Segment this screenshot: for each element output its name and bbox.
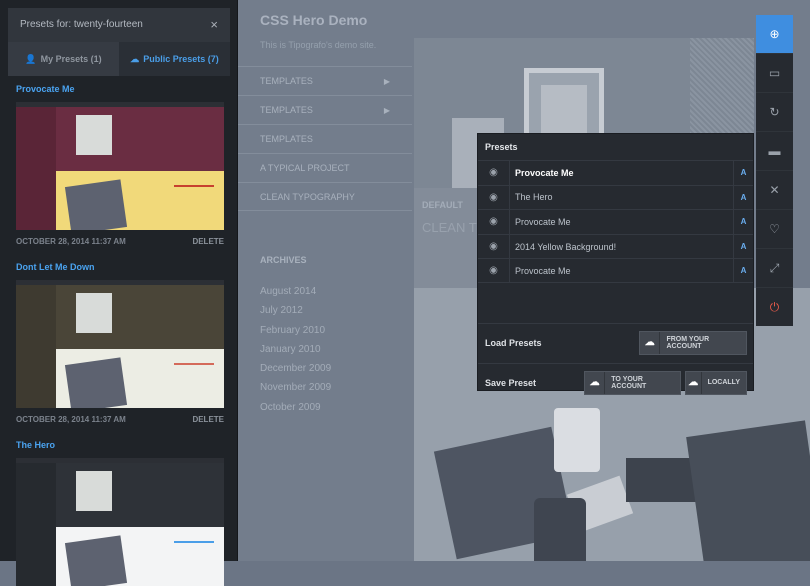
preset-row-name[interactable]: Provocate Me xyxy=(510,266,733,276)
preset-name[interactable]: The Hero xyxy=(16,440,224,454)
cloud-upload-icon: ☁ xyxy=(686,371,702,394)
preset-row-flag[interactable]: A xyxy=(733,161,753,185)
sidebar-header: Presets for: twenty-fourteen × xyxy=(8,8,230,42)
archives-title: ARCHIVES xyxy=(260,255,307,265)
load-from-account-button[interactable]: ☁ FROM YOUR ACCOUNT xyxy=(639,330,747,355)
eye-icon[interactable]: ◉ xyxy=(478,185,510,210)
preset-name[interactable]: Provocate Me xyxy=(16,84,224,98)
preset-row-flag[interactable]: A xyxy=(733,234,753,259)
save-to-account-button[interactable]: ☁ TO YOUR ACCOUNT xyxy=(584,370,681,395)
eye-icon[interactable]: ◉ xyxy=(478,210,510,234)
expand-icon[interactable]: ⤢ xyxy=(756,249,793,288)
site-nav-item[interactable]: TEMPLATES ▶ xyxy=(238,66,412,95)
panel-title: Presets xyxy=(485,142,518,152)
delete-link[interactable]: DELETE xyxy=(192,237,224,246)
tools-icon[interactable]: ✕ xyxy=(756,171,793,210)
user-icon: 👤 xyxy=(25,53,37,64)
preset-row-name[interactable]: The Hero xyxy=(510,192,733,202)
cloud-download-icon: ☁ xyxy=(640,331,661,354)
preset-row[interactable]: ◉ Provocate Me A xyxy=(478,258,753,283)
archive-link[interactable]: November 2009 xyxy=(260,378,331,397)
close-icon[interactable]: × xyxy=(210,8,218,42)
eye-icon[interactable]: ◉ xyxy=(478,259,510,282)
chevron-right-icon: ▶ xyxy=(383,77,390,86)
preset-row-flag[interactable]: A xyxy=(733,210,753,234)
archive-link[interactable]: July 2012 xyxy=(260,301,331,320)
save-locally-button[interactable]: ☁ LOCALLY xyxy=(685,370,747,395)
archive-link[interactable]: October 2009 xyxy=(260,398,331,417)
preset-thumbnail[interactable] xyxy=(16,280,224,408)
site-nav-item[interactable]: TEMPLATES ▶ xyxy=(238,95,412,124)
phone-image xyxy=(534,498,586,561)
preset-row[interactable]: ◉ Provocate Me A xyxy=(478,160,753,185)
preset-row[interactable]: ◉ Provocate Me A xyxy=(478,209,753,234)
load-presets-section: Load Presets ☁ FROM YOUR ACCOUNT xyxy=(478,322,753,363)
preset-row-flag[interactable]: A xyxy=(733,259,753,282)
archive-link[interactable]: December 2009 xyxy=(260,359,331,378)
preset-row[interactable]: ◉ The Hero A xyxy=(478,184,753,210)
load-presets-label: Load Presets xyxy=(485,338,542,349)
archive-link[interactable]: February 2010 xyxy=(260,321,331,340)
eye-icon[interactable]: ◉ xyxy=(478,234,510,259)
chevron-right-icon: ▶ xyxy=(383,106,390,115)
preset-date: OCTOBER 28, 2014 11:37 AM xyxy=(16,237,126,246)
eye-icon[interactable]: ◉ xyxy=(478,161,510,185)
refresh-icon[interactable]: ↻ xyxy=(756,93,793,132)
monitor-icon[interactable]: ▭ xyxy=(756,54,793,93)
preset-card[interactable]: Dont Let Me Down OCTOBER 28, 2014 11:37 … xyxy=(16,262,224,424)
cards-image xyxy=(626,458,696,502)
mug-image xyxy=(554,408,600,472)
crosshair-icon[interactable]: ⊕ xyxy=(756,15,793,54)
site-title[interactable]: CSS Hero Demo xyxy=(260,12,367,28)
tab-public-presets[interactable]: ☁ Public Presets (7) xyxy=(119,42,230,76)
sidebar-header-title: Presets for: twenty-fourteen xyxy=(20,19,143,30)
archives-list: August 2014 July 2012 February 2010 Janu… xyxy=(260,282,331,417)
site-description: This is Tipografo's demo site. xyxy=(260,40,377,50)
preset-row[interactable]: ◉ 2014 Yellow Background! A xyxy=(478,233,753,259)
preset-card[interactable]: Provocate Me OCTOBER 28, 2014 11:37 AM D… xyxy=(16,84,224,246)
preset-thumbnail[interactable] xyxy=(16,102,224,230)
heart-icon[interactable]: ♡ xyxy=(756,210,793,249)
preset-card[interactable]: The Hero xyxy=(16,440,224,586)
preset-tabs: 👤 My Presets (1) ☁ Public Presets (7) xyxy=(8,42,230,76)
site-nav: TEMPLATES ▶ TEMPLATES ▶ TEMPLATES A TYPICA… xyxy=(238,66,412,211)
delete-link[interactable]: DELETE xyxy=(192,415,224,424)
preset-row-name[interactable]: Provocate Me xyxy=(510,168,733,178)
preset-thumbnail[interactable] xyxy=(16,458,224,586)
folder-icon[interactable]: ▬ xyxy=(756,132,793,171)
presets-panel: Presets ◉ Provocate Me A ◉ The Hero A ◉ … xyxy=(477,133,754,395)
preset-row-name[interactable]: 2014 Yellow Background! xyxy=(510,242,733,252)
site-nav-item[interactable]: A TYPICAL PROJECT xyxy=(238,153,412,182)
presets-sidebar: Presets for: twenty-fourteen × 👤 My Prese… xyxy=(0,0,238,586)
save-preset-label: Save Preset xyxy=(485,378,537,389)
power-icon[interactable]: ⏻ xyxy=(756,288,793,327)
cloud-upload-icon: ☁ xyxy=(585,371,606,394)
preset-row-flag[interactable]: A xyxy=(733,185,753,210)
preset-row-name[interactable]: Provocate Me xyxy=(510,217,733,227)
cloud-icon: ☁ xyxy=(130,53,140,64)
post-title[interactable]: CLEAN T xyxy=(422,220,477,235)
post-category[interactable]: DEFAULT xyxy=(422,200,463,210)
site-nav-item[interactable]: TEMPLATES xyxy=(238,124,412,153)
preset-name[interactable]: Dont Let Me Down xyxy=(16,262,224,276)
tool-rail: ⊕ ▭ ↻ ▬ ✕ ♡ ⤢ ⏻ xyxy=(756,15,793,326)
tab-my-presets[interactable]: 👤 My Presets (1) xyxy=(8,42,119,76)
archive-link[interactable]: August 2014 xyxy=(260,282,331,301)
book-image xyxy=(686,420,810,561)
save-preset-section: Save Preset ☁ TO YOUR ACCOUNT ☁ LOCALLY xyxy=(478,362,753,403)
site-nav-item[interactable]: CLEAN TYPOGRAPHY xyxy=(238,182,412,211)
preset-date: OCTOBER 28, 2014 11:37 AM xyxy=(16,415,126,424)
archive-link[interactable]: January 2010 xyxy=(260,340,331,359)
